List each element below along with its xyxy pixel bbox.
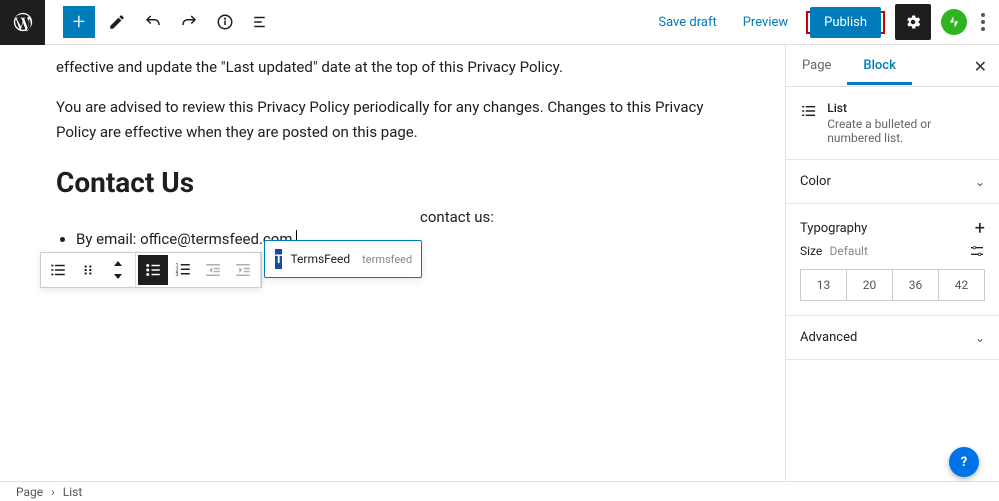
- outline-button[interactable]: [247, 8, 275, 36]
- link-title: TermsFeed: [290, 252, 350, 266]
- move-updown-icon[interactable]: [103, 255, 133, 285]
- size-13[interactable]: 13: [801, 270, 847, 300]
- list-icon: [800, 101, 817, 121]
- size-42[interactable]: 42: [939, 270, 984, 300]
- unordered-list-button[interactable]: [138, 255, 168, 285]
- breadcrumb-current[interactable]: List: [63, 485, 83, 499]
- publish-button[interactable]: Publish: [810, 7, 881, 38]
- preview-button[interactable]: Preview: [735, 9, 796, 36]
- jetpack-button[interactable]: [941, 9, 967, 35]
- ordered-list-button[interactable]: 123: [168, 255, 198, 285]
- color-panel[interactable]: Color ⌄: [786, 160, 999, 204]
- size-label: Size: [800, 244, 822, 258]
- color-label: Color: [800, 174, 831, 189]
- contact-heading[interactable]: Contact Us: [56, 166, 725, 199]
- redo-button[interactable]: [175, 8, 203, 36]
- sidebar-tabs: Page Block ✕: [786, 45, 999, 87]
- close-sidebar-button[interactable]: ✕: [974, 57, 987, 76]
- tab-page[interactable]: Page: [786, 46, 847, 85]
- link-subtitle: termsfeed: [362, 253, 412, 266]
- chevron-down-icon: ⌄: [975, 331, 985, 345]
- indent-button[interactable]: [228, 255, 258, 285]
- topbar-right: Save draft Preview Publish: [650, 4, 989, 40]
- size-default: Default: [830, 244, 868, 258]
- font-size-presets: 13 20 36 42: [800, 269, 985, 301]
- save-draft-button[interactable]: Save draft: [650, 9, 724, 36]
- help-button[interactable]: ?: [949, 447, 979, 477]
- editor-canvas[interactable]: effective and update the "Last updated" …: [0, 45, 785, 481]
- typography-label: Typography: [800, 221, 867, 236]
- sliders-icon[interactable]: [969, 243, 985, 259]
- block-breadcrumb: Page › List: [0, 481, 999, 501]
- wordpress-logo[interactable]: [0, 0, 45, 45]
- typography-panel: Typography + Size Default 13 20 36 42: [786, 204, 999, 316]
- chevron-down-icon: ⌄: [975, 175, 985, 189]
- paragraph-review[interactable]: You are advised to review this Privacy P…: [56, 95, 725, 146]
- gear-icon: [904, 13, 922, 31]
- edit-mode-icon[interactable]: [103, 8, 131, 36]
- info-button[interactable]: [211, 8, 239, 36]
- link-suggestion-popover[interactable]: T TermsFeed termsfeed: [264, 240, 422, 278]
- block-type-title: List: [827, 101, 985, 115]
- drag-handle-icon[interactable]: [73, 255, 103, 285]
- add-block-button[interactable]: +: [63, 6, 95, 38]
- breadcrumb-root[interactable]: Page: [16, 485, 43, 499]
- settings-sidebar: Page Block ✕ List Create a bulleted or n…: [785, 45, 999, 481]
- topbar-left: +: [0, 0, 275, 44]
- termsfeed-favicon: T: [275, 249, 282, 269]
- outdent-button[interactable]: [198, 255, 228, 285]
- block-type-desc: Create a bulleted or numbered list.: [827, 117, 985, 145]
- wordpress-icon: [12, 11, 34, 33]
- more-options-button[interactable]: [977, 9, 989, 35]
- size-36[interactable]: 36: [893, 270, 939, 300]
- vertical-dots-icon: [981, 13, 985, 31]
- undo-button[interactable]: [139, 8, 167, 36]
- svg-text:3: 3: [176, 272, 179, 278]
- editor-top-bar: + Save draft Preview Publish: [0, 0, 999, 45]
- paragraph-fragment[interactable]: effective and update the "Last updated" …: [56, 55, 725, 81]
- publish-highlight-box: Publish: [806, 11, 885, 34]
- block-toolbar: 123: [40, 252, 262, 288]
- add-typography-button[interactable]: +: [975, 218, 985, 239]
- block-description-section: List Create a bulleted or numbered list.: [786, 87, 999, 160]
- jetpack-icon: [947, 15, 961, 29]
- main-area: effective and update the "Last updated" …: [0, 45, 999, 481]
- paragraph-tail[interactable]: contact us:: [420, 205, 725, 231]
- advanced-panel[interactable]: Advanced ⌄: [786, 316, 999, 360]
- advanced-label: Advanced: [800, 330, 857, 345]
- breadcrumb-separator: ›: [51, 485, 55, 499]
- size-20[interactable]: 20: [847, 270, 893, 300]
- tab-block[interactable]: Block: [847, 46, 911, 85]
- settings-button[interactable]: [895, 4, 931, 40]
- list-block-icon[interactable]: [43, 255, 73, 285]
